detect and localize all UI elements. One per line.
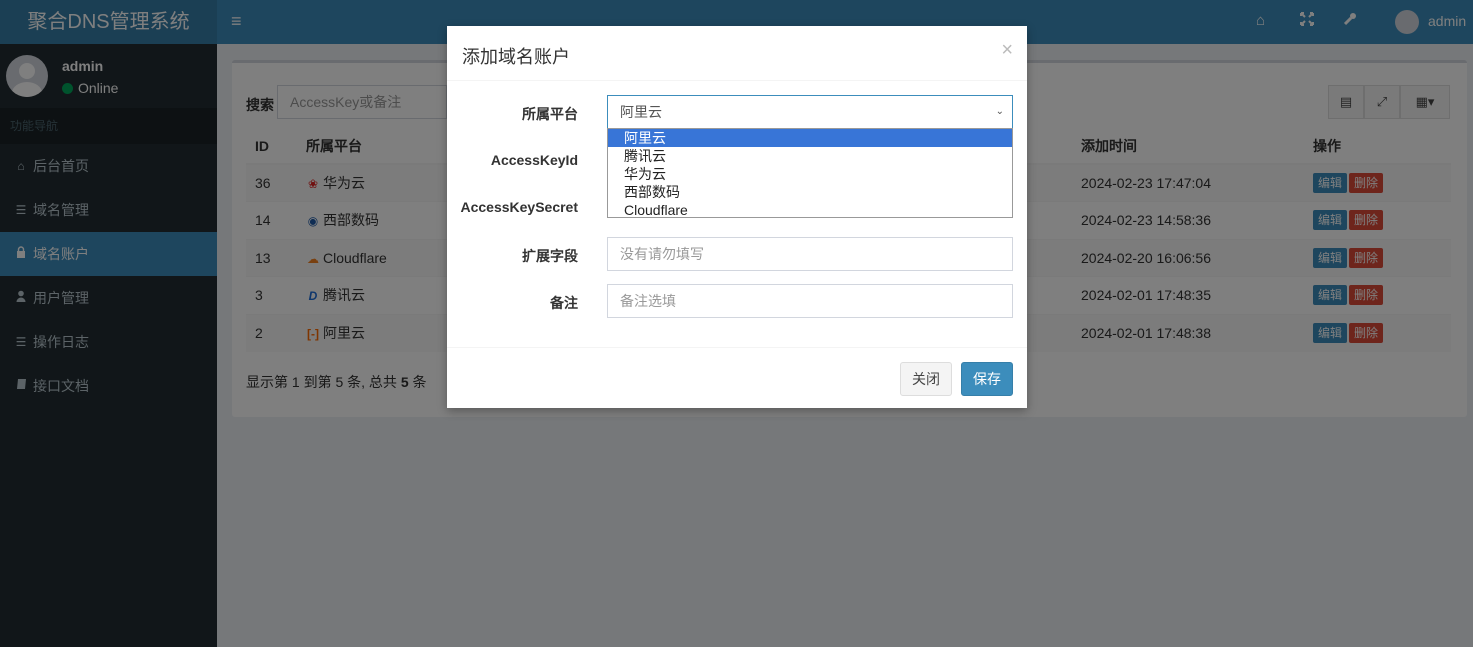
dropdown-option[interactable]: 华为云 [608, 165, 1012, 183]
ext-label: 扩展字段 [522, 248, 578, 264]
platform-select-value: 阿里云 [620, 104, 662, 120]
modal-footer: 关闭 保存 [447, 347, 1027, 408]
dropdown-option[interactable]: 阿里云 [608, 129, 1012, 147]
access-key-id-label: AccessKeyId [490, 152, 578, 168]
dropdown-option[interactable]: 腾讯云 [608, 147, 1012, 165]
close-icon[interactable]: × [1001, 40, 1013, 60]
platform-select[interactable]: 阿里云 ⌄ [607, 95, 1013, 129]
ext-field[interactable]: 没有请勿填写 [607, 237, 1013, 271]
form-row-remark: 备注 备注选填 [447, 284, 1027, 318]
save-button[interactable]: 保存 [961, 362, 1013, 396]
modal-header: 添加域名账户 × [447, 26, 1027, 81]
form-row-platform: 所属平台 阿里云 ⌄ [447, 95, 1027, 129]
dropdown-option[interactable]: Cloudflare [608, 201, 1012, 219]
close-button[interactable]: 关闭 [900, 362, 952, 396]
access-key-secret-label: AccessKeySecret [460, 199, 578, 215]
platform-label: 所属平台 [522, 106, 578, 122]
add-account-modal: 添加域名账户 × 所属平台 阿里云 ⌄ AccessKeyId AccessKe… [447, 26, 1027, 408]
chevron-down-icon: ⌄ [995, 106, 1004, 117]
form-row-ext: 扩展字段 没有请勿填写 [447, 237, 1027, 271]
modal-title: 添加域名账户 [462, 47, 570, 67]
platform-dropdown-list: 阿里云 腾讯云 华为云 西部数码 Cloudflare [607, 128, 1013, 218]
remark-label: 备注 [550, 295, 578, 311]
dropdown-option[interactable]: 西部数码 [608, 183, 1012, 201]
remark-field[interactable]: 备注选填 [607, 284, 1013, 318]
